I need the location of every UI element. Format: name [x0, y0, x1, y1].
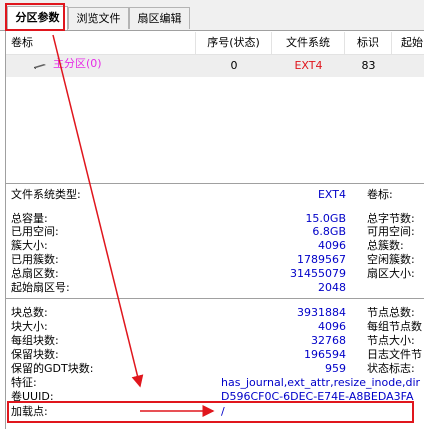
annotation-arrows	[52, 34, 215, 417]
arrow-tab-to-mount	[52, 34, 144, 388]
